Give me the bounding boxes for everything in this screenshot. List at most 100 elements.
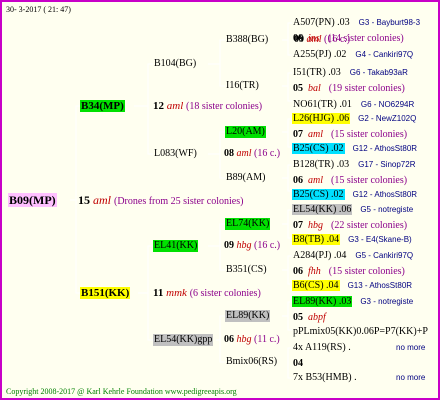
leaf-row[interactable]: B8(TB) .04 G3 - E4(Skane-B) [292, 234, 412, 246]
leaf-note: (22 sister colonies) [331, 220, 408, 231]
mother-race: aml [166, 100, 184, 112]
ff-num: 06 [224, 334, 234, 345]
leaf-row[interactable]: NO61(TR) .01 G6 - NO6294R [292, 99, 414, 111]
leaf-id: A255(PJ) .02 [293, 49, 347, 60]
leaf-id: 06 [293, 175, 303, 186]
leaf-id: NO61(TR) .01 [293, 99, 352, 110]
date-stamp: 30- 3-2017 ( 21: 47) [6, 5, 71, 14]
leaf-note: G13 - AthosSt80R [347, 281, 413, 290]
leaf-row[interactable]: 7x B53(HMB) . no more [292, 372, 425, 384]
mother-node[interactable]: B34(MP) [80, 100, 125, 112]
leaf-race: fhh [308, 266, 321, 277]
l3-node[interactable]: I16(TR) [225, 80, 260, 92]
fm-num: 09 [224, 240, 234, 251]
l3-node[interactable]: Bmix06(RS) [225, 356, 278, 368]
leaf-note: G3 - E4(Skane-B) [348, 235, 412, 244]
leaf-note: G6 - Takab93aR [349, 68, 408, 77]
leaf-note: G3 - notregiste [360, 297, 414, 306]
leaf-id: 05 [293, 312, 303, 323]
leaf-row[interactable]: 06 ins (14 sister colonies) [292, 33, 404, 45]
leaf-id: 06 [293, 33, 303, 44]
ff-race: hbg [236, 334, 252, 345]
l3-node[interactable]: EL89(KK) [225, 310, 271, 322]
father-info: 11 mmk (6 sister colonies) [153, 287, 261, 300]
leaf-id: 07 [293, 129, 303, 140]
l3-node[interactable]: B89(AM) [225, 172, 266, 184]
leaf-id: 04 [293, 358, 303, 369]
leaf-id: 4x A119(RS) . [293, 342, 351, 353]
leaf-id: 06 [293, 266, 303, 277]
fm-node[interactable]: EL41(KK) [153, 240, 199, 252]
leaf-note: (15 sister colonies) [328, 266, 405, 277]
leaf-id: I51(TR) .03 [293, 67, 341, 78]
leaf-note: no more [396, 343, 426, 352]
mf-num: 08 [224, 148, 234, 159]
l3-node[interactable]: L20(AM) [225, 126, 266, 138]
mother-desc: (18 sister colonies) [186, 101, 263, 112]
ff-info: 06 hbg (11 c.) [224, 334, 280, 346]
mf-desc: (16 c.) [254, 148, 281, 159]
leaf-note: G4 - Cankiri97Q [355, 50, 414, 59]
leaf-row[interactable]: B25(CS) .02 G12 - AthosSt80R [292, 189, 417, 201]
leaf-row[interactable]: 05 bal (19 sister colonies) [292, 83, 405, 95]
leaf-row[interactable]: EL89(KK) .03 G3 - notregiste [292, 296, 413, 308]
leaf-note: G12 - AthosSt80R [352, 190, 418, 199]
leaf-row[interactable]: 04 [292, 358, 304, 370]
leaf-id: EL89(KK) .03 [292, 296, 353, 307]
leaf-id: B8(TB) .04 [292, 234, 341, 245]
l3-node[interactable]: B351(CS) [225, 264, 268, 276]
fm-info: 09 hbg (16 c.) [224, 240, 280, 252]
leaf-row[interactable]: 4x A119(RS) . no more [292, 342, 425, 354]
leaf-row[interactable]: 06 aml (15 sister colonies) [292, 175, 407, 187]
leaf-row[interactable]: L26(HJG) .06 G2 - NewZ102Q [292, 113, 416, 125]
leaf-row[interactable]: A507(PN) .03 G3 - Bayburt98-3 [292, 17, 420, 29]
leaf-row[interactable]: B6(CS) .04 G13 - AthosSt80R [292, 280, 412, 292]
leaf-note: G5 - notregiste [360, 205, 414, 214]
fm-race: hbg [236, 240, 252, 251]
leaf-id: L26(HJG) .06 [292, 113, 351, 124]
root-name: B09(MP) [8, 193, 57, 207]
leaf-row[interactable]: B128(TR) .03 G17 - Sinop72R [292, 159, 415, 171]
leaf-row[interactable]: 05 abpf [292, 312, 326, 324]
fm-desc: (16 c.) [254, 240, 281, 251]
ff-desc: (11 c.) [254, 334, 280, 345]
leaf-row[interactable]: I51(TR) .03 G6 - Takab93aR [292, 67, 408, 79]
leaf-id: EL54(KK) .06 [292, 204, 353, 215]
mf-node[interactable]: L083(WF) [153, 148, 198, 160]
mother-num: 12 [153, 100, 164, 112]
father-race: mmk [166, 287, 187, 299]
leaf-id: pPLmix05(KK)0.06P=P7(KK)+P [293, 326, 428, 337]
leaf-row[interactable]: A284(PJ) .04 G5 - Cankiri97Q [292, 250, 413, 262]
father-node[interactable]: B151(KK) [80, 287, 131, 299]
mother-info: 12 aml (18 sister colonies) [153, 100, 262, 113]
l3-node[interactable]: EL74(KK) [225, 218, 271, 230]
leaf-note: G2 - NewZ102Q [358, 114, 417, 123]
leaf-race: abpf [308, 312, 326, 323]
l3-node[interactable]: B388(BG) [225, 34, 269, 46]
leaf-row[interactable]: 07 hbg (22 sister colonies) [292, 220, 407, 232]
mf-race: aml [236, 148, 252, 159]
root-desc: (Drones from 25 sister colonies) [114, 196, 244, 207]
mm-node[interactable]: B104(BG) [153, 58, 197, 70]
father-desc: (6 sister colonies) [189, 288, 261, 299]
leaf-row[interactable]: pPLmix05(KK)0.06P=P7(KK)+P [292, 326, 429, 338]
leaf-race: aml [308, 175, 323, 186]
leaf-id: 7x B53(HMB) . [293, 372, 357, 383]
father-num: 11 [153, 287, 164, 299]
leaf-row[interactable]: 06 fhh (15 sister colonies) [292, 266, 405, 278]
root-race: aml [93, 193, 111, 207]
leaf-note: (15 sister colonies) [331, 129, 408, 140]
leaf-row[interactable]: B25(CS) .02 G12 - AthosSt80R [292, 143, 417, 155]
leaf-race: aml [308, 129, 323, 140]
leaf-id: 05 [293, 83, 303, 94]
leaf-row[interactable]: 07 aml (15 sister colonies) [292, 129, 407, 141]
leaf-row[interactable]: A255(PJ) .02 G4 - Cankiri97Q [292, 49, 413, 61]
root-node[interactable]: B09(MP) [8, 193, 57, 208]
leaf-row[interactable]: EL54(KK) .06 G5 - notregiste [292, 204, 413, 216]
leaf-note: G12 - AthosSt80R [352, 144, 418, 153]
leaf-note: G17 - Sinop72R [358, 160, 416, 169]
leaf-id: A507(PN) .03 [293, 17, 350, 28]
ff-node[interactable]: EL54(KK)gpp [153, 334, 214, 346]
leaf-note: G6 - NO6294R [360, 100, 415, 109]
leaf-id: B6(CS) .04 [292, 280, 340, 291]
